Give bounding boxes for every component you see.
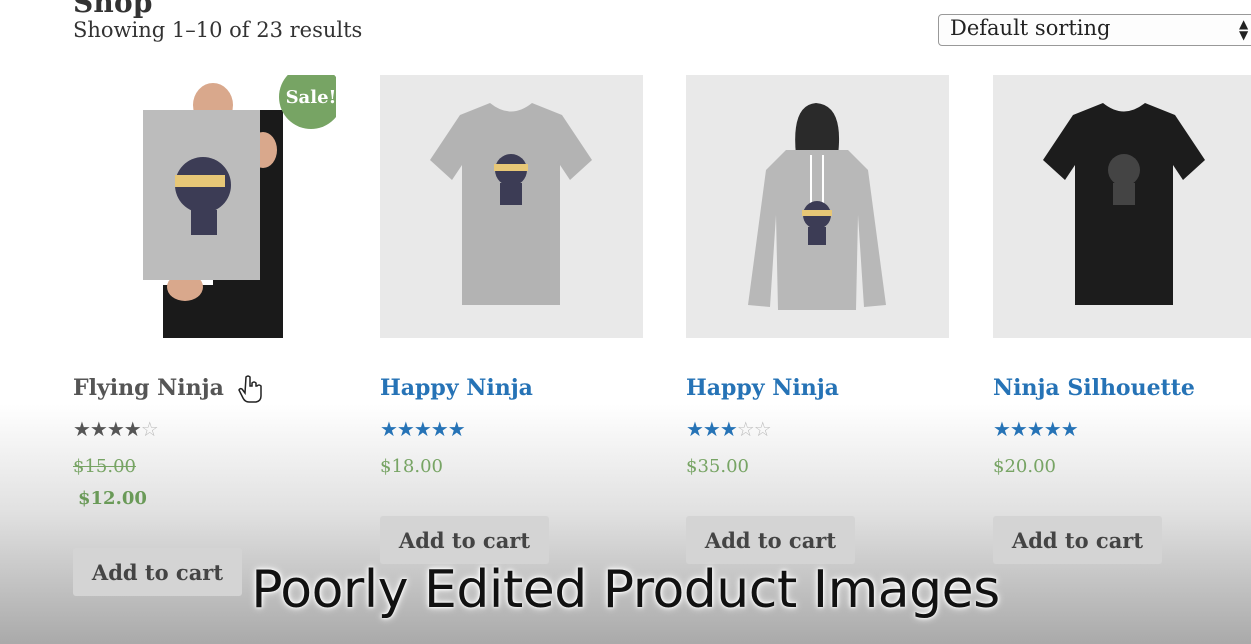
hand-pointer-icon — [238, 375, 262, 403]
product-card: Sale! Flying Ninja ★★★★☆ $15.00 $12.00 A… — [73, 75, 336, 596]
regular-price: $15.00 — [73, 456, 136, 477]
star-rating: ★★★★★ — [993, 417, 1079, 441]
product-price: $20.00 — [993, 456, 1056, 477]
add-to-cart-button[interactable]: Add to cart — [686, 516, 855, 564]
grey-tshirt-image — [430, 103, 592, 305]
product-price: $18.00 — [380, 456, 443, 477]
product-card: Ninja Silhouette ★★★★★ $20.00 Add to car… — [993, 75, 1251, 564]
product-image[interactable]: Sale! — [73, 75, 336, 338]
product-title[interactable]: Happy Ninja — [686, 375, 839, 401]
star-rating: ★★★☆☆ — [686, 417, 772, 441]
product-image[interactable] — [380, 75, 643, 338]
result-count: Showing 1–10 of 23 results — [73, 18, 363, 42]
star-rating: ★★★★☆ — [73, 417, 159, 441]
product-image[interactable] — [686, 75, 949, 338]
add-to-cart-button[interactable]: Add to cart — [380, 516, 549, 564]
add-to-cart-button[interactable]: Add to cart — [993, 516, 1162, 564]
video-caption-overlay: Poorly Edited Product Images — [251, 560, 1000, 620]
sorting-select[interactable]: Default sorting ▲ ▼ — [938, 14, 1251, 46]
product-card: Happy Ninja ★★★★★ $18.00 Add to cart — [380, 75, 643, 564]
product-card: Happy Ninja ★★★☆☆ $35.00 Add to cart — [686, 75, 949, 564]
page-title: Shop — [73, 0, 153, 19]
product-price: $35.00 — [686, 456, 749, 477]
black-tshirt-image — [1043, 103, 1205, 305]
sale-price: $12.00 — [78, 488, 147, 509]
star-rating: ★★★★★ — [380, 417, 466, 441]
product-title[interactable]: Ninja Silhouette — [993, 375, 1195, 401]
grey-hoodie-image — [748, 103, 886, 310]
product-image[interactable] — [993, 75, 1251, 338]
product-title[interactable]: Happy Ninja — [380, 375, 533, 401]
sorting-selected-value: Default sorting — [950, 16, 1111, 40]
select-arrows-icon: ▲ ▼ — [1239, 17, 1249, 42]
product-title[interactable]: Flying Ninja — [73, 375, 224, 401]
